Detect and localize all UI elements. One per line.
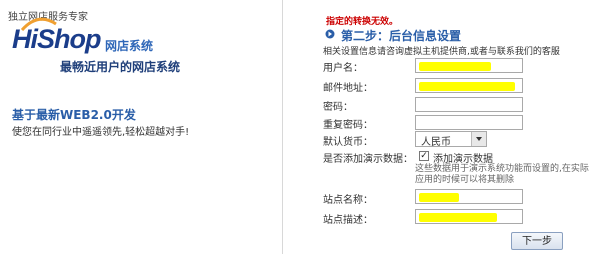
site-name-input[interactable]: [415, 189, 523, 204]
confirm-password-label: 重复密码：: [323, 120, 373, 131]
next-step-button[interactable]: 下一步: [511, 232, 563, 250]
chevron-down-icon[interactable]: [471, 132, 486, 146]
left-panel: 独立网店服务专家 HiShop 网店系统 最畅近用户的网店系统 基于最新WEB2…: [0, 0, 282, 254]
email-input[interactable]: [415, 78, 523, 93]
site-desc-input[interactable]: [415, 209, 523, 224]
demo-data-checkbox[interactable]: ✓: [419, 151, 429, 161]
redacted-value: [419, 213, 497, 222]
site-name-label: 站点名称：: [323, 195, 373, 206]
web20-title: 基于最新WEB2.0开发: [12, 108, 136, 122]
redacted-value: [419, 62, 491, 71]
site-desc-label: 站点描述：: [323, 215, 373, 226]
step-title: 第二步：后台信息设置: [341, 29, 462, 43]
currency-select[interactable]: 人民币: [415, 131, 487, 148]
username-input[interactable]: [415, 58, 523, 73]
slogan: 最畅近用户的网店系统: [60, 60, 181, 74]
demo-data-hint: 这些数据用于演示系统功能而设置的,在实际应用的时候可以将其删除: [415, 164, 589, 185]
currency-label: 默认货币：: [323, 137, 373, 148]
username-label: 用户名：: [323, 63, 363, 74]
setup-form: 指定的转换无效。 第二步：后台信息设置 相关设置信息请咨询虚拟主机提供商,或者与…: [283, 0, 600, 254]
step-bullet-icon: [325, 29, 335, 39]
logo-subtitle: 网店系统: [105, 39, 154, 53]
password-label: 密码：: [323, 102, 353, 113]
intro-text: 相关设置信息请咨询虚拟主机提供商,或者与联系我们的客服: [323, 47, 560, 57]
demo-data-label: 是否添加演示数据：: [323, 154, 413, 165]
currency-value: 人民币: [421, 137, 451, 148]
error-message: 指定的转换无效。: [326, 17, 399, 27]
logo-wordmark: HiShop: [12, 24, 101, 54]
email-label: 邮件地址：: [323, 83, 373, 94]
web20-description: 使您在同行业中遥遥领先,轻松超越对手!: [12, 127, 190, 138]
redacted-value: [419, 82, 515, 91]
password-input[interactable]: [415, 97, 523, 112]
demo-data-checkbox-label[interactable]: 添加演示数据: [433, 150, 493, 165]
redacted-value: [419, 193, 459, 202]
confirm-password-input[interactable]: [415, 115, 523, 130]
